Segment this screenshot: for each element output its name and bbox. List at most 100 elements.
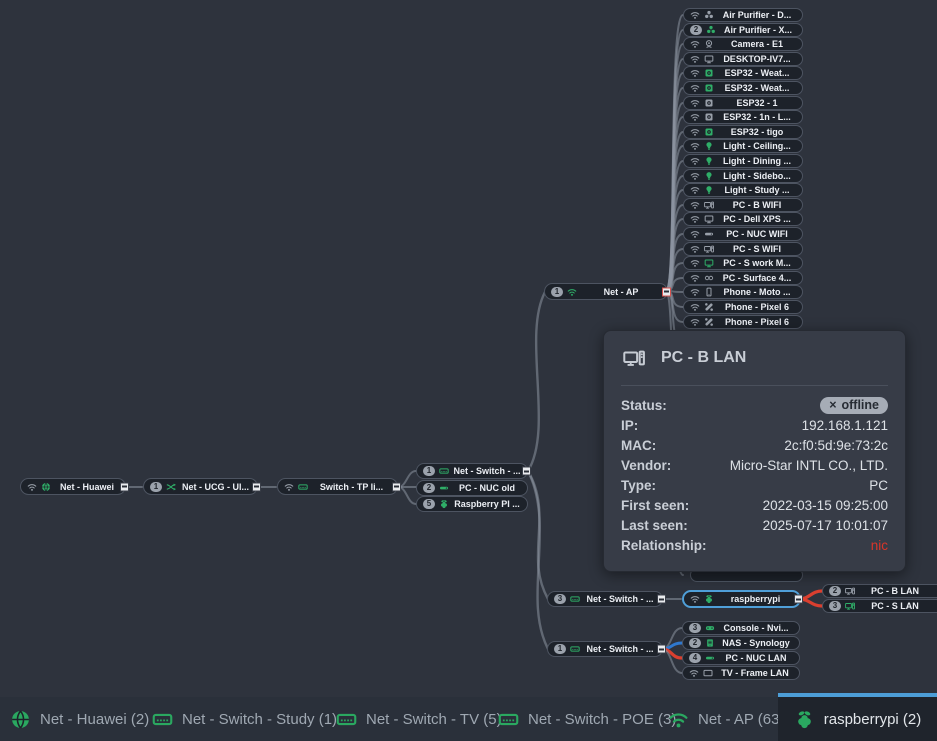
- collapse-toggle[interactable]: [392, 482, 401, 491]
- node-net-switch-tv[interactable]: 3 Net - Switch - ...: [547, 591, 663, 607]
- tab-label: Net - Switch - TV (5): [366, 711, 502, 728]
- popup-row-mac: MAC: 2c:f0:5d:9e:73:2c: [621, 435, 888, 455]
- node-pc-dell-xps[interactable]: PC - Dell XPS ...: [683, 212, 803, 226]
- tab-label: raspberrypi (2): [824, 711, 922, 728]
- node-label: PC - Surface 4...: [718, 273, 796, 283]
- node-desktop[interactable]: DESKTOP-IV7...: [683, 52, 803, 66]
- node-label: Air Purifier - X...: [720, 25, 796, 35]
- wifi-icon: [690, 156, 700, 166]
- wifi-icon: [690, 185, 700, 195]
- node-light-dining[interactable]: Light - Dining ...: [683, 154, 803, 168]
- node-pc-b-wifi[interactable]: PC - B WIFI: [683, 198, 803, 212]
- node-nas-synology[interactable]: 2 NAS - Synology: [682, 636, 800, 650]
- module-icon: [704, 112, 714, 122]
- node-pc-s-work[interactable]: PC - S work M...: [683, 256, 803, 270]
- node-label: ESP32 - Weat...: [718, 68, 796, 78]
- surface-icon: [704, 273, 714, 283]
- node-air-purifier-d[interactable]: Air Purifier - D...: [683, 8, 803, 22]
- pc-icon: [845, 586, 855, 596]
- fan-icon: [706, 25, 716, 35]
- node-label: Phone - Pixel 6: [718, 302, 796, 312]
- tab-net-switch-tv[interactable]: Net - Switch - TV (5): [336, 697, 502, 741]
- node-net-ap[interactable]: 1 Net - AP: [544, 283, 668, 300]
- wifi-icon: [567, 287, 577, 297]
- node-label: PC - NUC old: [453, 483, 521, 493]
- node-esp32-1n[interactable]: ESP32 - 1n - L...: [683, 110, 803, 124]
- collapse-toggle[interactable]: [657, 595, 666, 604]
- wifi-icon: [690, 54, 700, 64]
- node-net-switch-mid[interactable]: 1 Net - Switch - ...: [416, 463, 528, 479]
- popup-row-ip: IP: 192.168.1.121: [621, 415, 888, 435]
- node-net-switch-poe[interactable]: 1 Net - Switch - ...: [547, 641, 663, 657]
- node-label: PC - B WIFI: [718, 200, 796, 210]
- node-pc-s-wifi[interactable]: PC - S WIFI: [683, 242, 803, 256]
- collapse-toggle[interactable]: [522, 467, 531, 476]
- node-phone-pixel6-b[interactable]: Phone - Pixel 6: [683, 315, 803, 329]
- module-icon: [704, 127, 714, 137]
- port-badge: 1: [423, 466, 435, 476]
- node-pc-nuc-lan[interactable]: 4 PC - NUC LAN: [682, 651, 800, 665]
- status-badge: ×offline: [820, 397, 888, 414]
- node-label: PC - Dell XPS ...: [718, 214, 796, 224]
- raspberry-icon: [439, 499, 449, 509]
- node-phone-moto[interactable]: Phone - Moto ...: [683, 285, 803, 299]
- mini-pc-icon: [439, 483, 449, 493]
- raspberry-icon: [704, 594, 714, 604]
- node-net-ucg[interactable]: 1 Net - UCG - Ul...: [143, 478, 258, 495]
- node-esp32-weather-2[interactable]: ESP32 - Weat...: [683, 81, 803, 95]
- wifi-icon: [690, 287, 700, 297]
- wifi-icon: [690, 10, 700, 20]
- node-switch-tp[interactable]: Switch - TP li...: [277, 478, 398, 495]
- node-light-study[interactable]: Light - Study ...: [683, 183, 803, 197]
- node-label: Net - Switch - ...: [584, 594, 656, 604]
- node-raspberry-pi[interactable]: 5 Raspberry PI ...: [416, 496, 528, 512]
- switch-icon: [336, 709, 357, 730]
- collapse-toggle[interactable]: [662, 287, 671, 296]
- node-phone-pixel6-a[interactable]: Phone - Pixel 6: [683, 300, 803, 314]
- node-camera-e1[interactable]: Camera - E1: [683, 37, 803, 51]
- tab-net-switch-study[interactable]: Net - Switch - Study (1): [152, 697, 337, 741]
- collapse-toggle[interactable]: [657, 645, 666, 654]
- node-pc-b-lan[interactable]: 2 PC - B LAN: [822, 584, 937, 598]
- node-label: Console - Nvi...: [719, 623, 793, 633]
- tab-net-switch-poe[interactable]: Net - Switch - POE (3): [498, 697, 676, 741]
- tab-net-ap[interactable]: Net - AP (63): [668, 697, 784, 741]
- tab-raspberrypi-active[interactable]: raspberrypi (2): [778, 693, 937, 741]
- node-esp32-tigo[interactable]: ESP32 - tigo: [683, 125, 803, 139]
- node-label: Light - Dining ...: [718, 156, 796, 166]
- node-label: PC - B LAN: [859, 586, 931, 596]
- node-label: ESP32 - tigo: [718, 127, 796, 137]
- node-console-nvidia[interactable]: 3 Console - Nvi...: [682, 621, 800, 635]
- collapse-toggle[interactable]: [252, 482, 261, 491]
- tab-net-huawei[interactable]: Net - Huawei (2): [10, 697, 149, 741]
- node-pc-s-lan[interactable]: 3 PC - S LAN: [822, 599, 937, 613]
- offline-x-icon: ×: [829, 398, 836, 412]
- node-pc-nuc-old[interactable]: 2 PC - NUC old: [416, 480, 528, 496]
- port-badge: 1: [554, 644, 566, 654]
- port-badge: 3: [689, 623, 701, 633]
- port-badge: 4: [689, 653, 701, 663]
- node-tv-frame-lan[interactable]: TV - Frame LAN: [682, 666, 800, 680]
- node-esp32-weather-1[interactable]: ESP32 - Weat...: [683, 66, 803, 80]
- node-pc-surface[interactable]: PC - Surface 4...: [683, 271, 803, 285]
- node-air-purifier-x[interactable]: 2Air Purifier - X...: [683, 23, 803, 37]
- wifi-icon: [690, 244, 700, 254]
- handset-icon: [704, 317, 714, 327]
- collapse-toggle[interactable]: [794, 595, 803, 604]
- node-net-huawei[interactable]: Net - Huawei: [20, 478, 126, 495]
- wifi-icon: [690, 273, 700, 283]
- node-esp32-1[interactable]: ESP32 - 1: [683, 96, 803, 110]
- wifi-icon: [668, 709, 689, 730]
- node-light-ceiling[interactable]: Light - Ceiling...: [683, 139, 803, 153]
- phone-icon: [704, 287, 714, 297]
- module-icon: [704, 68, 714, 78]
- collapse-toggle[interactable]: [120, 482, 129, 491]
- node-light-sideboard[interactable]: Light - Sidebo...: [683, 169, 803, 183]
- node-pc-nuc-wifi[interactable]: PC - NUC WIFI: [683, 227, 803, 241]
- node-label: PC - NUC WIFI: [718, 229, 796, 239]
- node-label: ESP32 - Weat...: [718, 83, 796, 93]
- tab-label: Net - Huawei (2): [40, 711, 149, 728]
- node-raspberrypi-selected[interactable]: raspberrypi: [682, 590, 801, 608]
- monitor-icon: [704, 54, 714, 64]
- bulb-icon: [704, 185, 714, 195]
